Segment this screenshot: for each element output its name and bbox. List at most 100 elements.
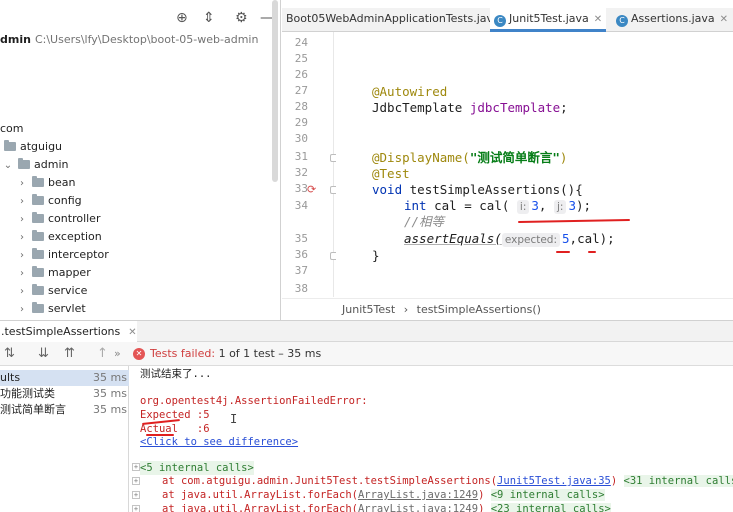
tree-item-label: mapper (48, 266, 91, 279)
tab-junit5test[interactable]: C Junit5Test.java ✕ (490, 8, 607, 32)
expand-icon[interactable]: + (132, 477, 140, 485)
folder-icon (32, 284, 44, 295)
sort-icon[interactable]: ⇅ (4, 346, 15, 362)
click-to-see-difference-link[interactable]: <Click to see difference> (140, 435, 298, 449)
breadcrumb-method[interactable]: testSimpleAssertions() (417, 303, 541, 316)
locate-target-icon[interactable]: ⊕ (176, 10, 188, 26)
more-icon[interactable]: » (114, 346, 121, 362)
expand-icon[interactable]: + (132, 491, 140, 499)
chevron-right-icon[interactable]: › (16, 301, 28, 319)
source-link[interactable]: Junit5Test.java:35 (497, 475, 611, 487)
method-signature: testSimpleAssertions(){ (409, 182, 583, 197)
internal-calls[interactable]: <23 internal calls> (490, 503, 611, 512)
folder-icon (32, 230, 44, 241)
tree-item-mapper[interactable]: › mapper (16, 264, 91, 282)
tree-item-atguigu[interactable]: atguigu (0, 138, 62, 156)
keyword-int: int (404, 198, 435, 213)
expand-icon[interactable]: + (132, 505, 140, 512)
folder-icon (4, 140, 16, 151)
expand-icon[interactable]: + (132, 463, 140, 471)
test-label: 功能测试类 (0, 387, 55, 400)
param-hint-expected: expected: (501, 233, 561, 247)
test-label: 测试简单断言 (0, 403, 66, 416)
close-icon[interactable]: ✕ (594, 14, 602, 25)
chevron-right-icon[interactable]: › (16, 193, 28, 211)
folder-icon (32, 212, 44, 223)
code-editor[interactable]: @Autowired JdbcTemplate jdbcTemplate; @D… (336, 32, 733, 297)
tab-boot05-tests[interactable]: Boot05WebAdminApplicationTests.java✕ (282, 8, 517, 32)
test-row-results[interactable]: ults 35 ms (0, 370, 129, 386)
arrow-up-icon[interactable]: ↑ (97, 346, 108, 362)
chevron-down-icon[interactable]: ⌄ (2, 157, 14, 175)
line-number: 25 (294, 52, 308, 65)
chevron-right-icon[interactable]: › (16, 265, 28, 283)
collapse-all-icon[interactable]: ⇕ (203, 10, 215, 26)
project-scrollbar[interactable] (272, 0, 278, 182)
comma: , (538, 198, 554, 213)
expand-all-icon[interactable]: ⇊ (38, 346, 49, 362)
editor-gutter: 24 25 26 27 28 29 30 31 32 33 34 35 36 3… (282, 32, 338, 297)
close-icon[interactable]: ✕ (128, 327, 136, 338)
tab-label: Assertions.java (631, 12, 715, 25)
tree-item-interceptor[interactable]: › interceptor (16, 246, 109, 264)
tree-item-admin[interactable]: ⌄ admin (2, 156, 68, 174)
close-icon[interactable]: ✕ (720, 14, 728, 25)
frame-suffix: ) (610, 475, 618, 487)
tree-item-bean[interactable]: › bean (16, 174, 75, 192)
tree-item-com[interactable]: com (0, 120, 24, 138)
console-output[interactable]: 测试结束了... org.opentest4j.AssertionFailedE… (130, 366, 733, 512)
project-toolbar: ⊕ ⇕ ⚙ — (0, 0, 280, 36)
folder-icon (32, 176, 44, 187)
breadcrumb-separator: › (403, 303, 409, 316)
chevron-right-icon[interactable]: › (16, 247, 28, 265)
field-name: jdbcTemplate (469, 100, 561, 115)
run-config-tab[interactable]: .testSimpleAssertions ✕ (0, 321, 137, 342)
chevron-right-icon[interactable]: › (16, 175, 28, 193)
status-prefix: Tests failed: (150, 347, 216, 360)
test-duration: 35 ms (93, 387, 127, 400)
tree-item-label: interceptor (48, 248, 109, 261)
tree-item-label: admin (34, 158, 69, 171)
stack-frame: at java.util.ArrayList.forEach(ArrayList… (162, 502, 611, 512)
code-line-28: JdbcTemplate jdbcTemplate; (372, 100, 568, 116)
internal-calls[interactable]: <5 internal calls> (140, 461, 254, 475)
stack-frame: at java.util.ArrayList.forEach(ArrayList… (162, 488, 605, 502)
project-root[interactable]: dmin C:\Users\lfy\Desktop\boot-05-web-adm… (0, 33, 258, 46)
code-line-34: int cal = cal( i: 3, j: 3); (404, 198, 591, 214)
tree-item-service[interactable]: › service (16, 282, 87, 300)
tab-assertions[interactable]: C Assertions.java ✕ (612, 8, 732, 32)
tree-item-config[interactable]: › config (16, 192, 82, 210)
chevron-right-icon[interactable]: › (16, 211, 28, 229)
line-number: 26 (294, 68, 308, 81)
chevron-right-icon[interactable]: › (16, 229, 28, 247)
line-number: 37 (294, 264, 308, 277)
code-line-35-comment: //相等 (404, 214, 444, 230)
project-panel: ⊕ ⇕ ⚙ — dmin C:\Users\lfy\Desktop\boot-05… (0, 0, 281, 320)
tree-item-servlet[interactable]: › servlet (16, 300, 86, 318)
red-underline-mark (556, 251, 570, 253)
chevron-right-icon[interactable]: › (16, 283, 28, 301)
source-link[interactable]: ArrayList.java:1249 (358, 489, 478, 501)
source-link[interactable]: ArrayList.java:1249 (358, 503, 478, 512)
class-icon: C (616, 15, 628, 27)
internal-calls[interactable]: <9 internal calls> (490, 489, 605, 501)
internal-calls[interactable]: <31 internal calls> (623, 475, 733, 487)
code-line-35: assertEquals(expected: 5,cal); (404, 231, 615, 247)
tree-item-label: controller (48, 212, 101, 225)
error-icon: ✕ (133, 348, 145, 360)
red-underline-mark (146, 434, 174, 436)
gear-icon[interactable]: ⚙ (235, 10, 248, 26)
run-test-icon[interactable]: ⟳ (307, 183, 319, 196)
tree-item-exception[interactable]: › exception (16, 228, 102, 246)
statement-end: ); (575, 198, 592, 213)
breadcrumb-class[interactable]: Junit5Test (342, 303, 395, 316)
annotation-test: @Test (372, 166, 410, 181)
collapse-all-icon[interactable]: ⇈ (64, 346, 75, 362)
tree-item-controller[interactable]: › controller (16, 210, 100, 228)
test-row-class[interactable]: 功能测试类 35 ms (0, 386, 129, 402)
breadcrumb: Junit5Test › testSimpleAssertions() (282, 298, 733, 320)
line-number: 38 (294, 282, 308, 295)
test-row-method[interactable]: 测试简单断言 35 ms (0, 402, 129, 418)
statement: cal = cal( (434, 198, 517, 213)
param-hint-i: i: (516, 200, 530, 214)
